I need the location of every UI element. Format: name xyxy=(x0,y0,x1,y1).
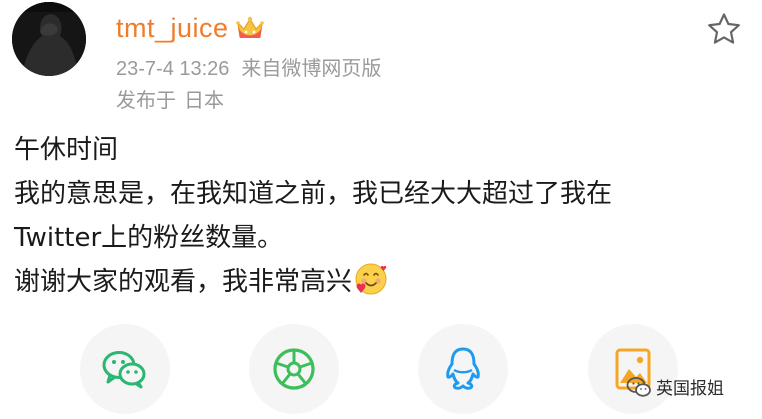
post-meta: 23-7-4 13:26 来自微博网页版 xyxy=(116,52,381,81)
qq-icon xyxy=(446,347,480,390)
username[interactable]: tmt_juice xyxy=(116,13,229,44)
location-prefix: 发布于 xyxy=(116,90,176,112)
wechat-icon xyxy=(102,351,146,389)
location-value: 日本 xyxy=(184,90,224,112)
favorite-button[interactable] xyxy=(706,12,742,46)
watermark: 英国报姐 xyxy=(626,374,724,399)
post-line-2: 我的意思是，在我知道之前，我已经大大超过了我在 xyxy=(14,179,613,209)
moments-icon xyxy=(273,348,315,390)
avatar-image xyxy=(12,2,86,76)
avatar[interactable] xyxy=(12,2,86,76)
post-source: 来自微博网页版 xyxy=(241,58,382,80)
weibo-post-card: tmt_juice 23-7-4 13:26 来自微博网页版 发布于 日本 午休时间 xyxy=(0,0,762,419)
post-timestamp: 23-7-4 13:26 xyxy=(116,58,230,80)
username-row: tmt_juice xyxy=(116,10,265,46)
smiling-face-with-hearts-icon xyxy=(354,262,388,296)
star-outline-icon xyxy=(708,13,740,44)
post-content: 午休时间 我的意思是，在我知道之前，我已经大大超过了我在 Twitter上的粉丝… xyxy=(14,128,749,304)
post-location: 发布于 日本 xyxy=(116,84,224,113)
wechat-official-account-icon xyxy=(626,375,652,399)
crown-badge-icon xyxy=(235,14,265,42)
post-line-4-text: 谢谢大家的观看，我非常高兴 xyxy=(14,267,353,297)
qq-share-button[interactable] xyxy=(418,324,508,414)
post-line-4: 谢谢大家的观看，我非常高兴 xyxy=(14,260,749,304)
moments-share-button[interactable] xyxy=(249,324,339,414)
watermark-text: 英国报姐 xyxy=(656,379,724,399)
image-share-button[interactable] xyxy=(588,324,678,414)
post-line-3: Twitter上的粉丝数量。 xyxy=(14,223,284,253)
wechat-share-button[interactable] xyxy=(80,324,170,414)
post-line-1: 午休时间 xyxy=(14,135,119,165)
